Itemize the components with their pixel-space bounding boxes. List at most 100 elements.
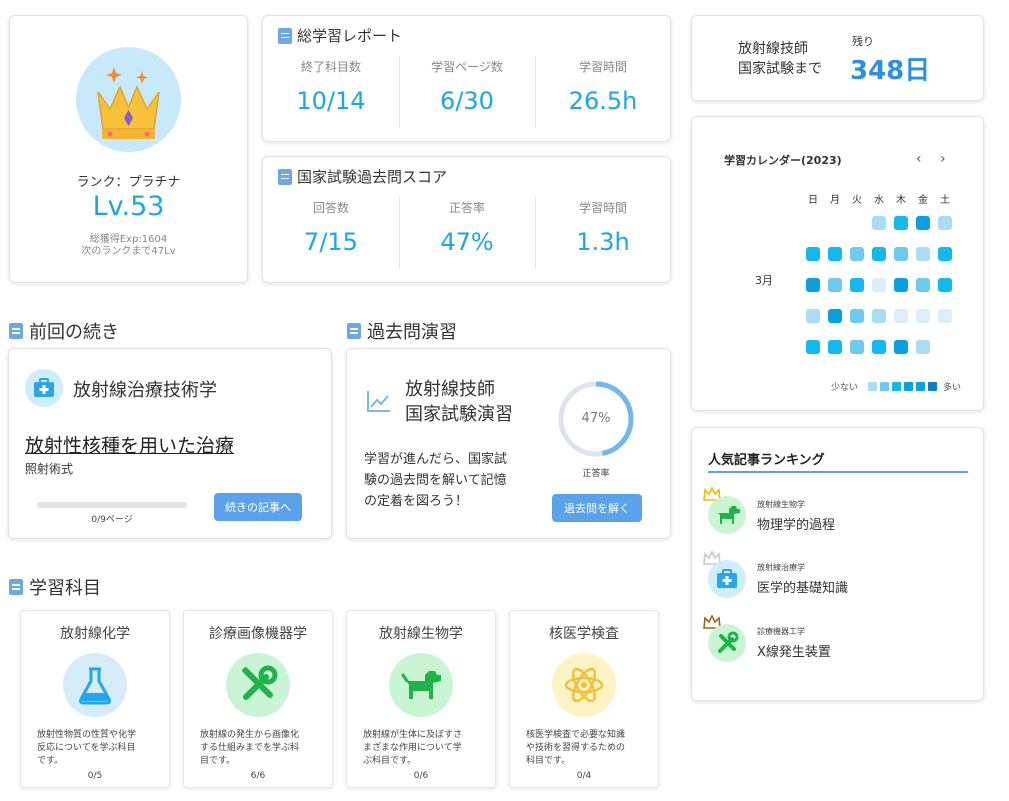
calendar-day-cell[interactable] bbox=[938, 309, 952, 323]
exam-score-title: 国家試験過去問スコア bbox=[278, 166, 447, 187]
correct-rate-value: 47% bbox=[581, 411, 611, 426]
document-icon bbox=[9, 579, 23, 595]
medkit-icon bbox=[25, 369, 63, 407]
ranking-underline bbox=[708, 471, 968, 473]
weekday-label: 水 bbox=[874, 195, 884, 206]
continue-article-sub: 照射術式 bbox=[25, 462, 74, 476]
calendar-day-cell[interactable] bbox=[916, 309, 930, 323]
subject-card-nuclear-medicine[interactable]: 核医学検査 核医学検査で必要な知識 や技術を習得するための 科目です。 0/4 bbox=[509, 610, 659, 788]
calendar-title: 学習カレンダー(2023) bbox=[724, 154, 842, 167]
legend-high: 多い bbox=[943, 383, 962, 393]
stat-answers: 回答数 7/15 bbox=[304, 201, 358, 256]
continue-subject: 放射線治療技術学 bbox=[73, 380, 217, 401]
chevron-right-icon[interactable]: › bbox=[940, 151, 946, 167]
chart-line-icon bbox=[365, 387, 393, 419]
calendar-day-cell[interactable] bbox=[938, 278, 952, 292]
weekday-label: 日 bbox=[808, 195, 818, 206]
calendar-month: 3月 bbox=[755, 274, 773, 287]
progress-bar bbox=[37, 502, 187, 508]
days-remaining: 348日 bbox=[850, 56, 931, 86]
dog-icon bbox=[708, 496, 746, 534]
tools-icon bbox=[708, 624, 746, 662]
weekday-label: 火 bbox=[852, 195, 862, 206]
calendar-day-cell[interactable] bbox=[872, 309, 886, 323]
calendar-day-cell[interactable] bbox=[872, 247, 886, 261]
ranking-item-1[interactable]: 放射線生物学 物理学的過程 bbox=[692, 484, 985, 540]
report-title: 総学習レポート bbox=[278, 25, 402, 46]
legend-swatch bbox=[928, 382, 937, 391]
continue-button[interactable]: 続きの記事へ bbox=[214, 493, 302, 521]
document-icon bbox=[9, 323, 23, 339]
stat-correct-rate: 正答率 47% bbox=[440, 201, 494, 256]
calendar-day-cell[interactable] bbox=[916, 216, 930, 230]
calendar-day-cell[interactable] bbox=[894, 340, 908, 354]
calendar-day-cell[interactable] bbox=[894, 247, 908, 261]
countdown-card: 放射線技師 国家試験まで 残り 348日 bbox=[691, 15, 984, 101]
calendar-day-cell[interactable] bbox=[916, 247, 930, 261]
practice-heading: 過去問演習 bbox=[347, 318, 457, 344]
progress-text: 0/9ページ bbox=[91, 515, 133, 525]
medkit-icon bbox=[708, 560, 746, 598]
calendar-day-cell[interactable] bbox=[938, 247, 952, 261]
legend-swatch bbox=[916, 382, 925, 391]
chevron-left-icon[interactable]: ‹ bbox=[916, 151, 922, 167]
stat-study-time: 学習時間 26.5h bbox=[568, 60, 638, 115]
document-icon bbox=[278, 168, 292, 185]
calendar-day-cell[interactable] bbox=[850, 309, 864, 323]
weekday-label: 金 bbox=[918, 195, 928, 206]
weekday-label: 月 bbox=[830, 195, 840, 206]
dog-icon bbox=[389, 653, 453, 717]
legend-low: 少ない bbox=[831, 383, 859, 393]
stat-finished-subjects: 終了科目数 10/14 bbox=[296, 60, 366, 115]
profile-card: ランク：プラチナ Lv.53 総獲得Exp:1604 次のランクまで47Lv bbox=[9, 15, 248, 283]
calendar-day-cell[interactable] bbox=[894, 309, 908, 323]
countdown-line1: 放射線技師 bbox=[738, 41, 808, 57]
calendar-day-cell[interactable] bbox=[806, 278, 820, 292]
calendar-day-cell[interactable] bbox=[828, 247, 842, 261]
atom-icon bbox=[552, 653, 616, 717]
correct-rate-label: 正答率 bbox=[582, 469, 610, 479]
calendar-day-cell[interactable] bbox=[850, 278, 864, 292]
practice-desc: 学習が進んだら、国家試 験の過去問を解いて記憶 の定着を図ろう！ bbox=[364, 452, 508, 509]
legend-swatch bbox=[904, 382, 913, 391]
calendar-day-cell[interactable] bbox=[806, 247, 820, 261]
calendar-day-cell[interactable] bbox=[894, 278, 908, 292]
remaining-label: 残り bbox=[852, 35, 874, 48]
tools-icon bbox=[226, 653, 290, 717]
crown-avatar-icon bbox=[76, 47, 181, 152]
exam-score-card: 国家試験過去問スコア 回答数 7/15 正答率 47% 学習時間 1.3h bbox=[262, 156, 671, 283]
ranking-card: 人気記事ランキング 放射線生物学 物理学的過程 放射線治療学 医学的基礎知識 診… bbox=[691, 427, 984, 701]
calendar-day-cell[interactable] bbox=[850, 247, 864, 261]
calendar-day-cell[interactable] bbox=[828, 340, 842, 354]
calendar-day-cell[interactable] bbox=[828, 309, 842, 323]
subject-progress: 0/4 bbox=[576, 771, 592, 781]
calendar-day-cell[interactable] bbox=[806, 309, 820, 323]
stat-pages: 学習ページ数 6/30 bbox=[431, 60, 503, 115]
legend-swatch bbox=[868, 382, 877, 391]
calendar-day-cell[interactable] bbox=[916, 278, 930, 292]
subject-card-imaging-equipment[interactable]: 診療画像機器学 放射線の発生から画像化 する仕組みまでを学ぶ科 目です。 6/6 bbox=[183, 610, 333, 788]
continue-article-link[interactable]: 放射性核種を用いた治療 bbox=[25, 431, 234, 458]
calendar-day-cell[interactable] bbox=[850, 340, 864, 354]
report-card: 総学習レポート 終了科目数 10/14 学習ページ数 6/30 学習時間 26.… bbox=[262, 15, 671, 142]
calendar-day-cell[interactable] bbox=[894, 216, 908, 230]
stat-exam-time: 学習時間 1.3h bbox=[576, 201, 630, 256]
calendar-day-cell[interactable] bbox=[828, 278, 842, 292]
calendar-day-cell[interactable] bbox=[872, 340, 886, 354]
subject-card-radiochemistry[interactable]: 放射線化学 放射性物質の性質や化学 反応についてを学ぶ科目 です。 0/5 bbox=[20, 610, 170, 788]
calendar-day-cell[interactable] bbox=[806, 340, 820, 354]
calendar-day-cell[interactable] bbox=[938, 216, 952, 230]
ranking-item-3[interactable]: 診療機器工学 X線発生装置 bbox=[692, 612, 985, 668]
solve-past-exams-button[interactable]: 過去問を解く bbox=[552, 494, 642, 522]
calendar-day-cell[interactable] bbox=[916, 340, 930, 354]
document-icon bbox=[278, 27, 292, 44]
ranking-item-2[interactable]: 放射線治療学 医学的基礎知識 bbox=[692, 548, 985, 604]
calendar-day-cell[interactable] bbox=[872, 278, 886, 292]
subject-card-radiobiology[interactable]: 放射線生物学 放射線が生体に及ぼすさ まざまな作用について学 ぶ科目です。 0/… bbox=[346, 610, 496, 788]
weekday-label: 木 bbox=[896, 195, 906, 206]
document-icon bbox=[347, 323, 361, 339]
legend-swatch bbox=[892, 382, 901, 391]
practice-title-1: 放射線技師 bbox=[405, 379, 495, 400]
calendar-day-cell[interactable] bbox=[872, 216, 886, 230]
flask-icon bbox=[63, 653, 127, 717]
